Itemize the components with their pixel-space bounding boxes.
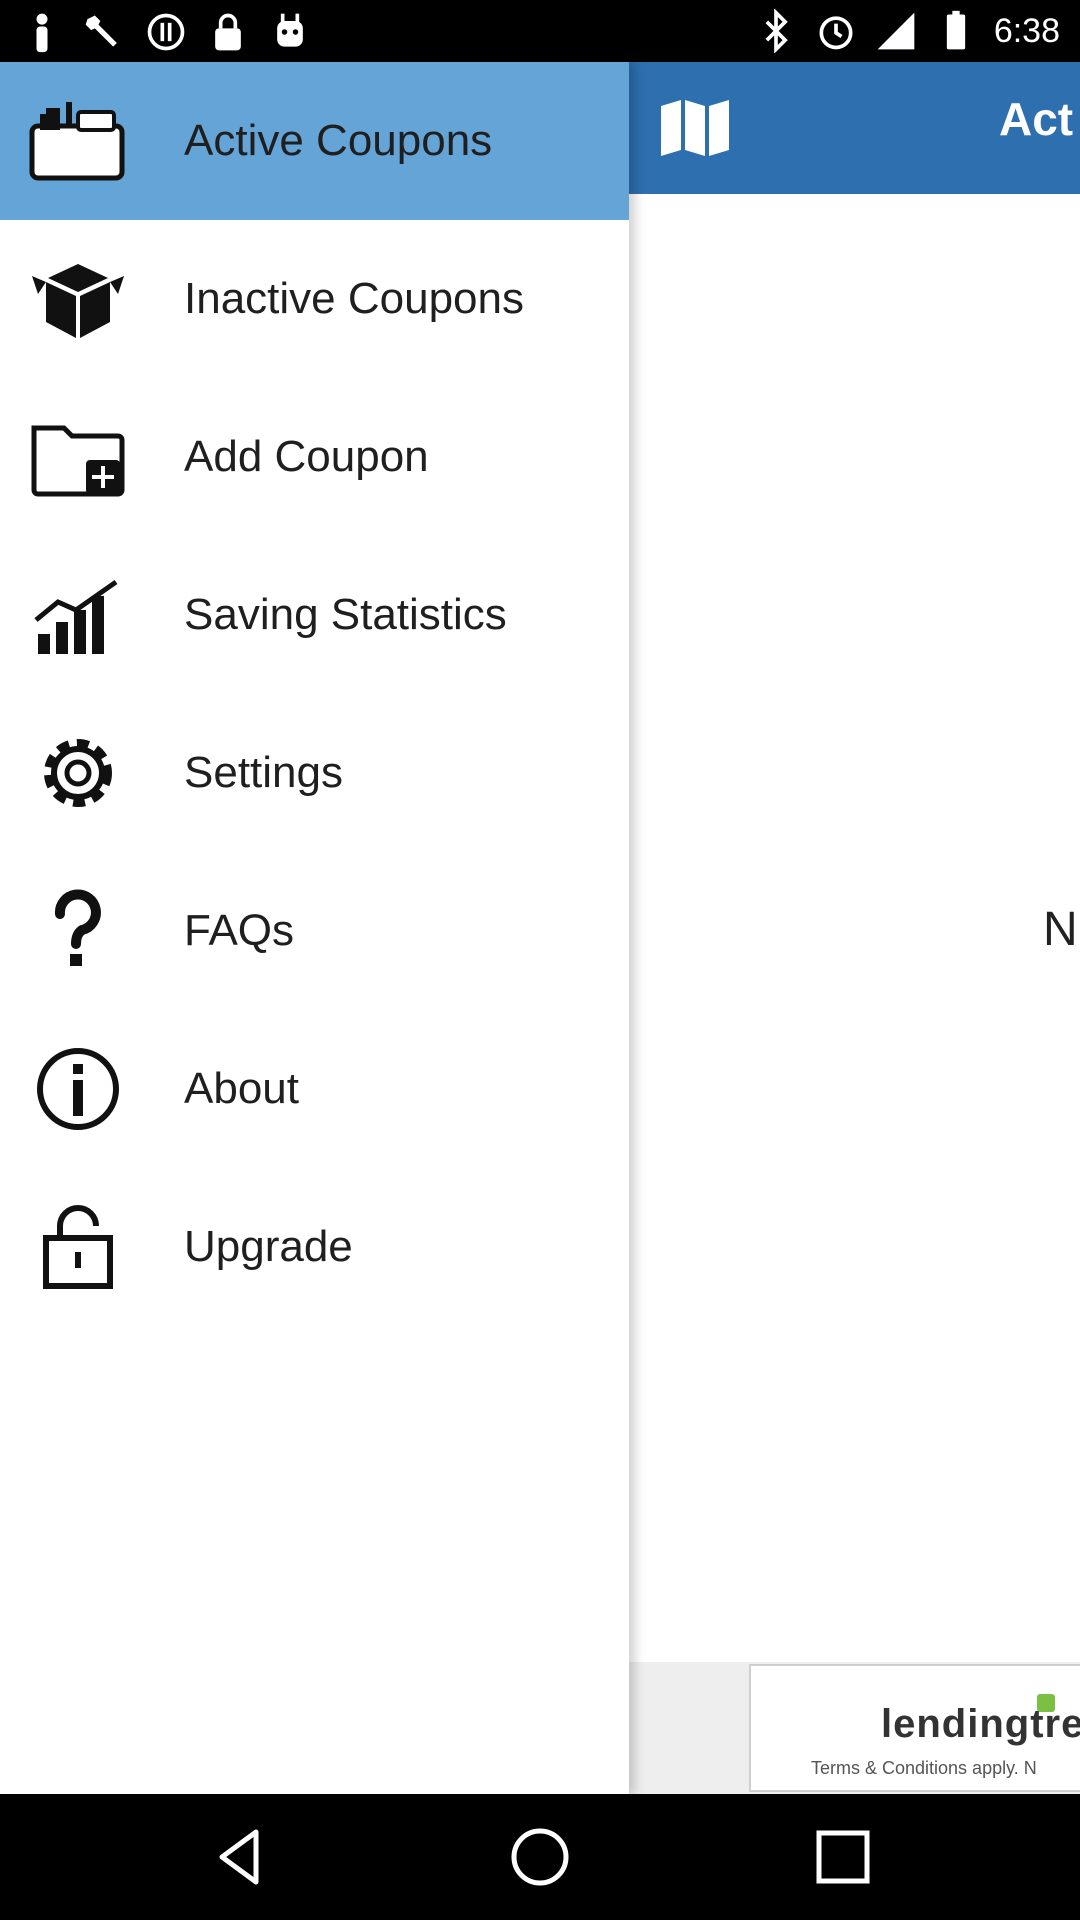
question-icon (28, 888, 128, 974)
back-icon[interactable] (208, 1824, 274, 1890)
menu-item-inactive-coupons[interactable]: Inactive Coupons (0, 220, 629, 378)
status-time: 6:38 (993, 12, 1060, 50)
ad-terms-text: Terms & Conditions apply. N (811, 1758, 1037, 1778)
empty-state-text: N (1043, 903, 1078, 956)
menu-item-about[interactable]: About (0, 1010, 629, 1168)
android-icon (268, 10, 312, 54)
ad-area: lendingtre Terms & Conditions apply. N (629, 1662, 1080, 1794)
menu-item-active-coupons[interactable]: Active Coupons (0, 62, 629, 220)
background-app: Act N lendingtre Terms & Conditions appl… (629, 62, 1080, 1794)
app-title: Act (999, 93, 1074, 145)
sync-icon (144, 10, 188, 54)
gear-icon (28, 730, 128, 816)
recents-icon[interactable] (810, 1824, 876, 1890)
menu-item-saving-statistics[interactable]: Saving Statistics (0, 536, 629, 694)
bluetooth-icon (754, 8, 798, 54)
menu-item-label: Active Coupons (184, 116, 493, 165)
signal-icon (874, 9, 918, 53)
folder-coupons-icon (28, 98, 128, 184)
folder-add-icon (28, 414, 128, 500)
bar-chart-icon (28, 572, 128, 658)
map-icon[interactable] (659, 98, 731, 158)
menu-item-label: Upgrade (184, 1222, 353, 1271)
battery-icon (934, 9, 978, 53)
menu-item-label: FAQs (184, 906, 295, 955)
status-bar: 6:38 (0, 0, 1080, 62)
home-icon[interactable] (507, 1824, 573, 1890)
open-box-icon (28, 256, 128, 342)
menu-item-label: Settings (184, 748, 343, 797)
menu-item-faqs[interactable]: FAQs (0, 852, 629, 1010)
menu-item-label: Inactive Coupons (184, 274, 524, 323)
menu-item-label: Saving Statistics (184, 590, 507, 639)
app-header: Act (629, 62, 1080, 194)
menu-item-label: About (184, 1064, 299, 1113)
person-icon (20, 10, 64, 54)
lock-icon (206, 10, 250, 54)
menu-item-add-coupon[interactable]: Add Coupon (0, 378, 629, 536)
alarm-icon (814, 9, 858, 53)
navigation-drawer: Active Coupons Inactive Coupons Add Coup… (0, 62, 629, 1794)
wrench-icon (82, 10, 126, 54)
menu-item-settings[interactable]: Settings (0, 694, 629, 852)
unlock-icon (28, 1204, 128, 1290)
menu-item-label: Add Coupon (184, 432, 429, 481)
system-nav-bar (0, 1794, 1080, 1920)
ad-banner[interactable]: lendingtre Terms & Conditions apply. N (749, 1664, 1080, 1792)
menu-item-upgrade[interactable]: Upgrade (0, 1168, 629, 1326)
info-icon (28, 1046, 128, 1132)
ad-logo-text: lendingtre (881, 1702, 1080, 1746)
